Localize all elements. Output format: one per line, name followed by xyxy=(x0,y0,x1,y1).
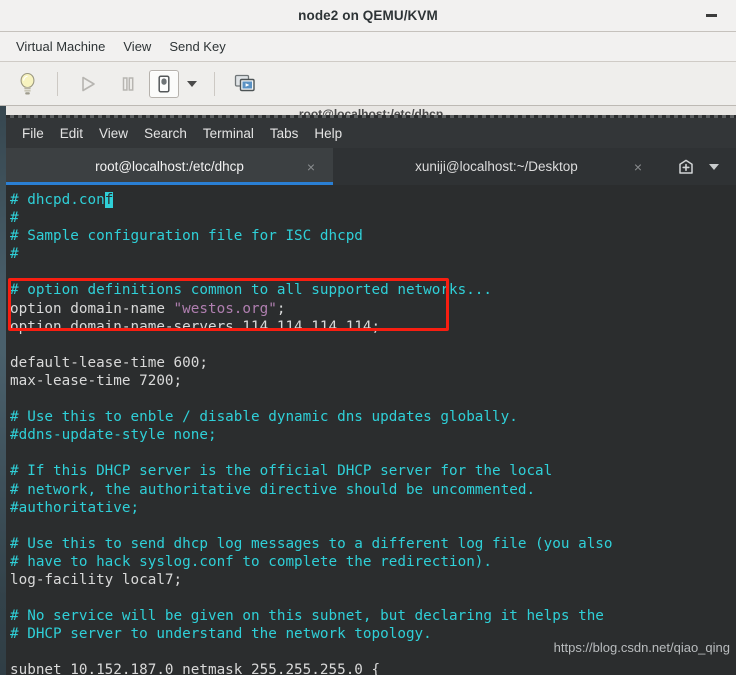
terminal-line: # option definitions common to all suppo… xyxy=(10,281,736,299)
close-icon[interactable]: × xyxy=(307,160,315,174)
terminal-line: # have to hack syslog.conf to complete t… xyxy=(10,553,736,571)
terminal-line: # dhcpd.conf xyxy=(10,191,736,209)
chevron-down-icon[interactable] xyxy=(709,164,719,170)
terminal-text: option domain-name xyxy=(10,300,174,317)
terminal-line: # Sample configuration file for ISC dhcp… xyxy=(10,227,736,245)
terminal-line: default-lease-time 600; xyxy=(10,354,736,372)
terminal-menu-file[interactable]: File xyxy=(14,123,52,144)
close-icon[interactable]: × xyxy=(634,160,642,174)
terminal-text: log-facility local7; xyxy=(10,571,183,588)
terminal-screen[interactable]: # dhcpd.conf # # Sample configuration file… xyxy=(6,185,736,675)
lightbulb-icon[interactable] xyxy=(8,67,46,101)
terminal-cursor: f xyxy=(104,192,114,208)
tab-label: root@localhost:/etc/dhcp xyxy=(95,159,244,174)
tabbar-controls xyxy=(660,148,736,185)
terminal-text: ; xyxy=(276,300,286,317)
terminal-text: "westos.org" xyxy=(173,300,277,317)
new-tab-icon[interactable] xyxy=(677,158,695,176)
terminal-text: # DHCP server to understand the network … xyxy=(10,626,432,643)
vm-titlebar: node2 on QEMU/KVM xyxy=(0,0,736,32)
terminal-text-body: # dhcpd.conf # # Sample configuration file… xyxy=(10,191,736,675)
chevron-down-icon[interactable] xyxy=(181,67,203,101)
gnome-terminal-window: root@localhost:/etc/dhcp File Edit View … xyxy=(6,106,736,675)
vm-menubar: Virtual Machine View Send Key xyxy=(0,32,736,62)
terminal-tab-root-etc-dhcp[interactable]: root@localhost:/etc/dhcp × xyxy=(6,148,333,185)
terminal-line: # If this DHCP server is the official DH… xyxy=(10,462,736,480)
terminal-text: # Use this to send dhcp log messages to … xyxy=(10,535,613,552)
vm-guest-viewport[interactable]: root@localhost:/etc/dhcp File Edit View … xyxy=(0,106,736,675)
terminal-text: # dhcpd.con xyxy=(10,192,105,208)
terminal-text: #authoritative; xyxy=(10,499,140,516)
terminal-menu-edit[interactable]: Edit xyxy=(52,123,91,144)
terminal-line: subnet 10.152.187.0 netmask 255.255.255.… xyxy=(10,661,736,675)
terminal-text: # No service will be given on this subne… xyxy=(10,608,604,625)
terminal-menu-search[interactable]: Search xyxy=(136,123,195,144)
terminal-text: subnet 10.152.187.0 netmask 255.255.255.… xyxy=(10,662,381,675)
terminal-text: # option definitions common to all suppo… xyxy=(10,282,493,299)
terminal-text: # Sample configuration file for ISC dhcp… xyxy=(10,228,363,245)
terminal-text: # If this DHCP server is the official DH… xyxy=(10,463,553,480)
terminal-text: max-lease-time 7200; xyxy=(10,372,183,389)
power-icon[interactable] xyxy=(149,69,179,98)
vm-window-title: node2 on QEMU/KVM xyxy=(298,8,438,23)
terminal-menu-help[interactable]: Help xyxy=(306,123,350,144)
terminal-text: #ddns-update-style none; xyxy=(10,427,217,444)
terminal-line: #ddns-update-style none; xyxy=(10,426,736,444)
tab-label: xuniji@localhost:~/Desktop xyxy=(415,159,578,174)
terminal-tab-xuniji-desktop[interactable]: xuniji@localhost:~/Desktop × xyxy=(333,148,660,185)
terminal-tabbar: root@localhost:/etc/dhcp × xuniji@localh… xyxy=(6,148,736,185)
terminal-line: #authoritative; xyxy=(10,499,736,517)
terminal-menubar: File Edit View Search Terminal Tabs Help xyxy=(6,118,736,148)
terminal-line: option domain-name-servers 114.114.114.1… xyxy=(10,318,736,336)
terminal-line: # Use this to send dhcp log messages to … xyxy=(10,535,736,553)
toolbar-separator-2 xyxy=(214,71,215,96)
virt-manager-window: node2 on QEMU/KVM Virtual Machine View S… xyxy=(0,0,736,675)
terminal-line: option domain-name "westos.org"; xyxy=(10,300,736,318)
terminal-menu-view[interactable]: View xyxy=(91,123,136,144)
terminal-text: # xyxy=(10,246,19,263)
pause-icon[interactable] xyxy=(109,67,147,101)
vm-toolbar xyxy=(0,62,736,106)
terminal-menu-tabs[interactable]: Tabs xyxy=(262,123,307,144)
terminal-line: # xyxy=(10,245,736,263)
terminal-text: # have to hack syslog.conf to complete t… xyxy=(10,553,493,570)
terminal-line: # xyxy=(10,209,736,227)
terminal-line: log-facility local7; xyxy=(10,571,736,589)
terminal-text: option domain-name-servers 114.114.114.1… xyxy=(10,318,381,335)
terminal-line: max-lease-time 7200; xyxy=(10,372,736,390)
minimize-icon[interactable] xyxy=(700,5,722,27)
screens-icon[interactable] xyxy=(226,67,264,101)
terminal-text: # Use this to enble / disable dynamic dn… xyxy=(10,409,518,426)
terminal-window-title: root@localhost:/etc/dhcp xyxy=(298,107,444,118)
terminal-line: # No service will be given on this subne… xyxy=(10,607,736,625)
terminal-text: # network, the authoritative directive s… xyxy=(10,481,536,498)
terminal-line: # network, the authoritative directive s… xyxy=(10,481,736,499)
terminal-line: # Use this to enble / disable dynamic dn… xyxy=(10,408,736,426)
menu-send-key[interactable]: Send Key xyxy=(160,35,234,58)
toolbar-separator-1 xyxy=(57,71,58,96)
menu-view[interactable]: View xyxy=(114,35,160,58)
play-icon[interactable] xyxy=(69,67,107,101)
terminal-text: default-lease-time 600; xyxy=(10,354,208,371)
csdn-watermark: https://blog.csdn.net/qiao_qing xyxy=(553,640,730,655)
terminal-menu-terminal[interactable]: Terminal xyxy=(195,123,262,144)
menu-virtual-machine[interactable]: Virtual Machine xyxy=(7,35,114,58)
terminal-titlebar: root@localhost:/etc/dhcp xyxy=(6,106,736,118)
terminal-text: # xyxy=(10,210,19,227)
